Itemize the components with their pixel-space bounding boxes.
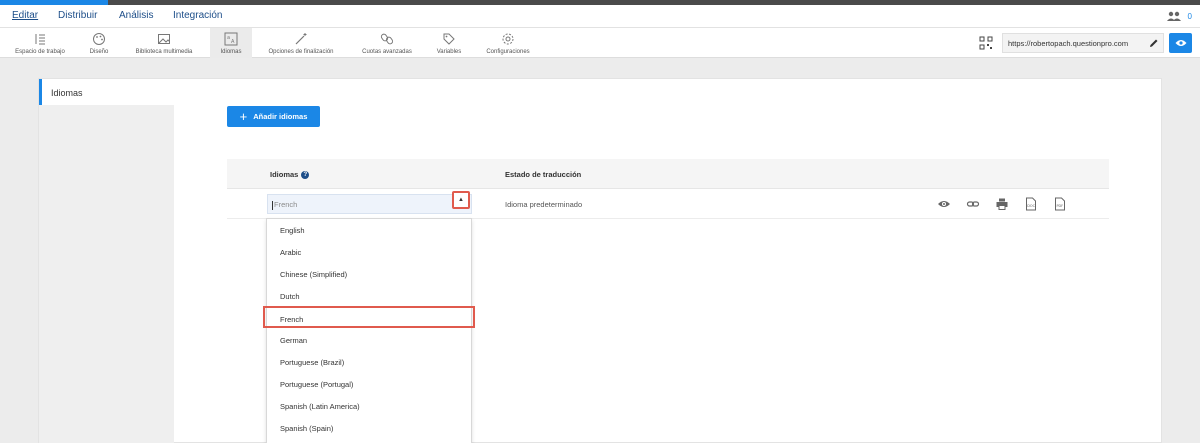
tool-variables[interactable]: Variables [433,28,465,58]
languages-card: Idiomas + Añadir idiomas Idiomas? Estado… [38,78,1162,443]
dropdown-option-selected[interactable]: French [263,306,475,328]
nav-editar[interactable]: Editar [12,10,38,21]
survey-url-field[interactable]: https://robertopach.questionpro.com [1002,33,1164,53]
eye-icon [1175,40,1186,46]
add-languages-button[interactable]: + Añadir idiomas [227,106,320,127]
dropdown-option[interactable]: Arabic [267,241,471,263]
dropdown-option[interactable]: Dutch [267,285,471,307]
image-icon [158,34,170,44]
tag-icon [443,33,455,45]
collaborators-button[interactable]: 0 [1166,11,1192,21]
nav-distribuir[interactable]: Distribuir [58,10,97,21]
gear-icon [502,33,514,45]
col-header-status: Estado de traducción [505,170,582,179]
dropdown-option[interactable]: Chinese (Simplified) [267,263,471,285]
tool-label: Diseño [89,49,109,55]
language-dropdown: English Arabic Chinese (Simplified) Dutc… [263,218,475,443]
print-icon[interactable] [995,197,1009,211]
tool-finish-options[interactable]: Opciones de finalización [262,28,340,58]
tool-label: Idiomas [220,49,242,55]
languages-table-header: Idiomas? Estado de traducción [227,159,1109,189]
tool-design[interactable]: Diseño [84,28,114,58]
tool-advanced-quotas[interactable]: Cuotas avanzadas [356,28,418,58]
dropdown-option[interactable]: German [267,329,471,351]
svg-text:DOC: DOC [1027,204,1035,208]
language-select-value: French [274,200,298,209]
tool-label: Opciones de finalización [268,49,334,55]
tool-languages[interactable]: aA Idiomas [210,28,252,58]
tool-settings[interactable]: Configuraciones [482,28,534,58]
help-icon[interactable]: ? [301,171,310,180]
table-row: French ▲ Idioma predeterminado DOC PDF [227,189,1109,219]
users-count: 0 [1187,11,1192,21]
dropdown-option[interactable]: Portuguese (Brazil) [267,351,471,373]
nav-integracion[interactable]: Integración [173,10,222,21]
main-nav: Editar Distribuir Análisis Integración 0 [0,5,1200,28]
preview-button[interactable] [1169,33,1192,53]
link-icon[interactable] [966,197,980,211]
dropdown-option[interactable]: English [267,219,471,241]
dropdown-option[interactable]: Spanish (Latin America) [267,395,471,417]
col-header-languages-label: Idiomas [270,170,299,179]
row-actions: DOC PDF [937,197,1067,211]
side-panel [39,105,174,443]
plus-icon: + [239,109,248,124]
svg-text:A: A [231,39,235,45]
survey-url-text: https://robertopach.questionpro.com [1008,39,1129,48]
caret-up-icon: ▲ [458,197,464,203]
text-cursor [272,200,273,210]
chain-icon [380,33,394,45]
workspace-icon [35,34,45,45]
tool-label: Variables [436,49,462,55]
svg-text:a: a [227,35,230,41]
svg-text:PDF: PDF [1057,204,1064,208]
nav-analisis[interactable]: Análisis [119,10,153,21]
card-title: Idiomas [39,79,1163,105]
doc-file-icon[interactable]: DOC [1024,197,1038,211]
palette-icon [93,33,105,45]
col-header-languages: Idiomas? [270,170,310,180]
tool-label: Espacio de trabajo [15,49,65,55]
dropdown-toggle-button[interactable]: ▲ [452,191,470,209]
users-icon [1166,11,1181,21]
tool-workspace[interactable]: Espacio de trabajo [9,28,71,58]
pdf-file-icon[interactable]: PDF [1053,197,1067,211]
qr-code-icon[interactable] [979,36,993,50]
dropdown-option[interactable]: Spanish (Spain) [267,417,471,439]
dropdown-option[interactable]: Portuguese (Portugal) [267,373,471,395]
tool-media-library[interactable]: Biblioteca multimedia [128,28,200,58]
add-languages-label: Añadir idiomas [253,112,308,121]
pencil-icon[interactable] [1149,38,1159,48]
translation-status: Idioma predeterminado [505,200,583,209]
tool-label: Configuraciones [486,49,530,55]
tool-label: Cuotas avanzadas [362,49,412,55]
translate-icon: aA [224,32,238,46]
tool-label: Biblioteca multimedia [135,49,193,55]
eye-icon[interactable] [937,197,951,211]
language-select[interactable]: French [267,194,472,214]
magic-wand-icon [295,33,307,45]
